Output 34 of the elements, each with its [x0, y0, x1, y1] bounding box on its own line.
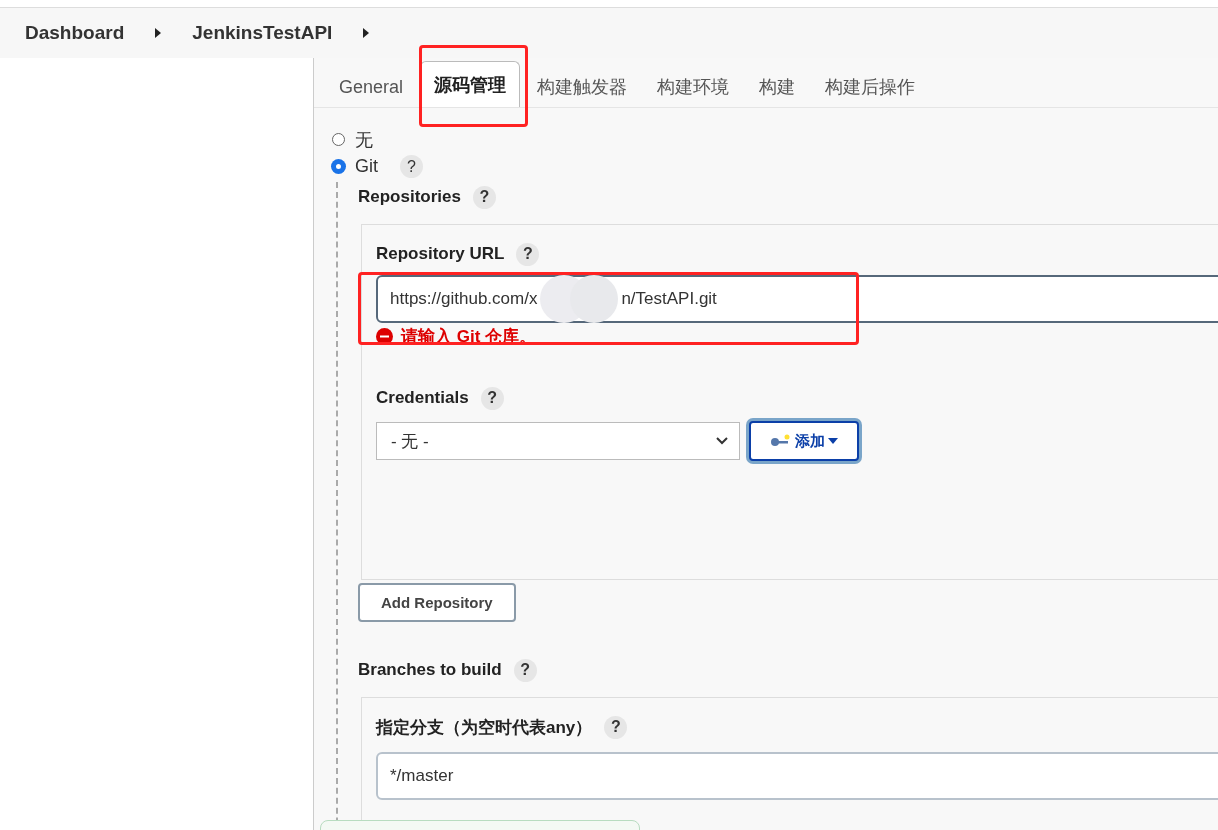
radio-button[interactable] — [332, 133, 345, 146]
tab[interactable]: 构建触发器 — [524, 67, 641, 107]
radio-button[interactable] — [332, 160, 345, 173]
caret-icon[interactable] — [154, 28, 163, 38]
radio-label: 无 — [355, 128, 373, 152]
caret-icon[interactable] — [362, 28, 371, 38]
error-icon — [376, 327, 393, 345]
section-title: Repositories — [358, 187, 461, 207]
tab[interactable]: 构建后操作 — [812, 67, 929, 107]
tab[interactable]: 构建环境 — [644, 67, 743, 107]
branch-field[interactable]: */master — [376, 752, 1218, 800]
caret-icon — [828, 438, 838, 444]
section-title: Branches to build — [358, 660, 502, 680]
help-icon[interactable]: ? — [480, 386, 504, 410]
add-button[interactable]: 添加 — [749, 421, 859, 461]
chevron-down-icon — [715, 436, 729, 446]
breadcrumb-link[interactable]: JenkinsTestAPI — [192, 22, 333, 44]
help-icon[interactable]: ? — [400, 155, 423, 178]
help-icon[interactable]: ? — [604, 715, 628, 739]
field-label: 指定分支（为空时代表any） — [376, 716, 593, 739]
help-icon[interactable]: ? — [473, 185, 496, 209]
tab[interactable]: 构建 — [746, 67, 809, 107]
field-label: Credentials — [376, 388, 469, 408]
help-icon[interactable]: ? — [513, 658, 537, 682]
add-repository-button[interactable]: Add Repository — [358, 583, 516, 622]
breadcrumb-link[interactable]: Dashboard — [25, 22, 125, 44]
help-icon[interactable]: ? — [516, 242, 540, 266]
radio-label: Git — [355, 156, 378, 177]
key-icon — [770, 434, 792, 448]
url-field[interactable]: https://github.com/x n/TestAPI.git — [376, 275, 1218, 323]
tab[interactable]: General — [326, 67, 417, 107]
tab[interactable]: 源码管理 — [420, 61, 521, 107]
credentials-select[interactable]: - 无 - — [376, 422, 740, 460]
field-label: Repository URL — [376, 244, 505, 264]
